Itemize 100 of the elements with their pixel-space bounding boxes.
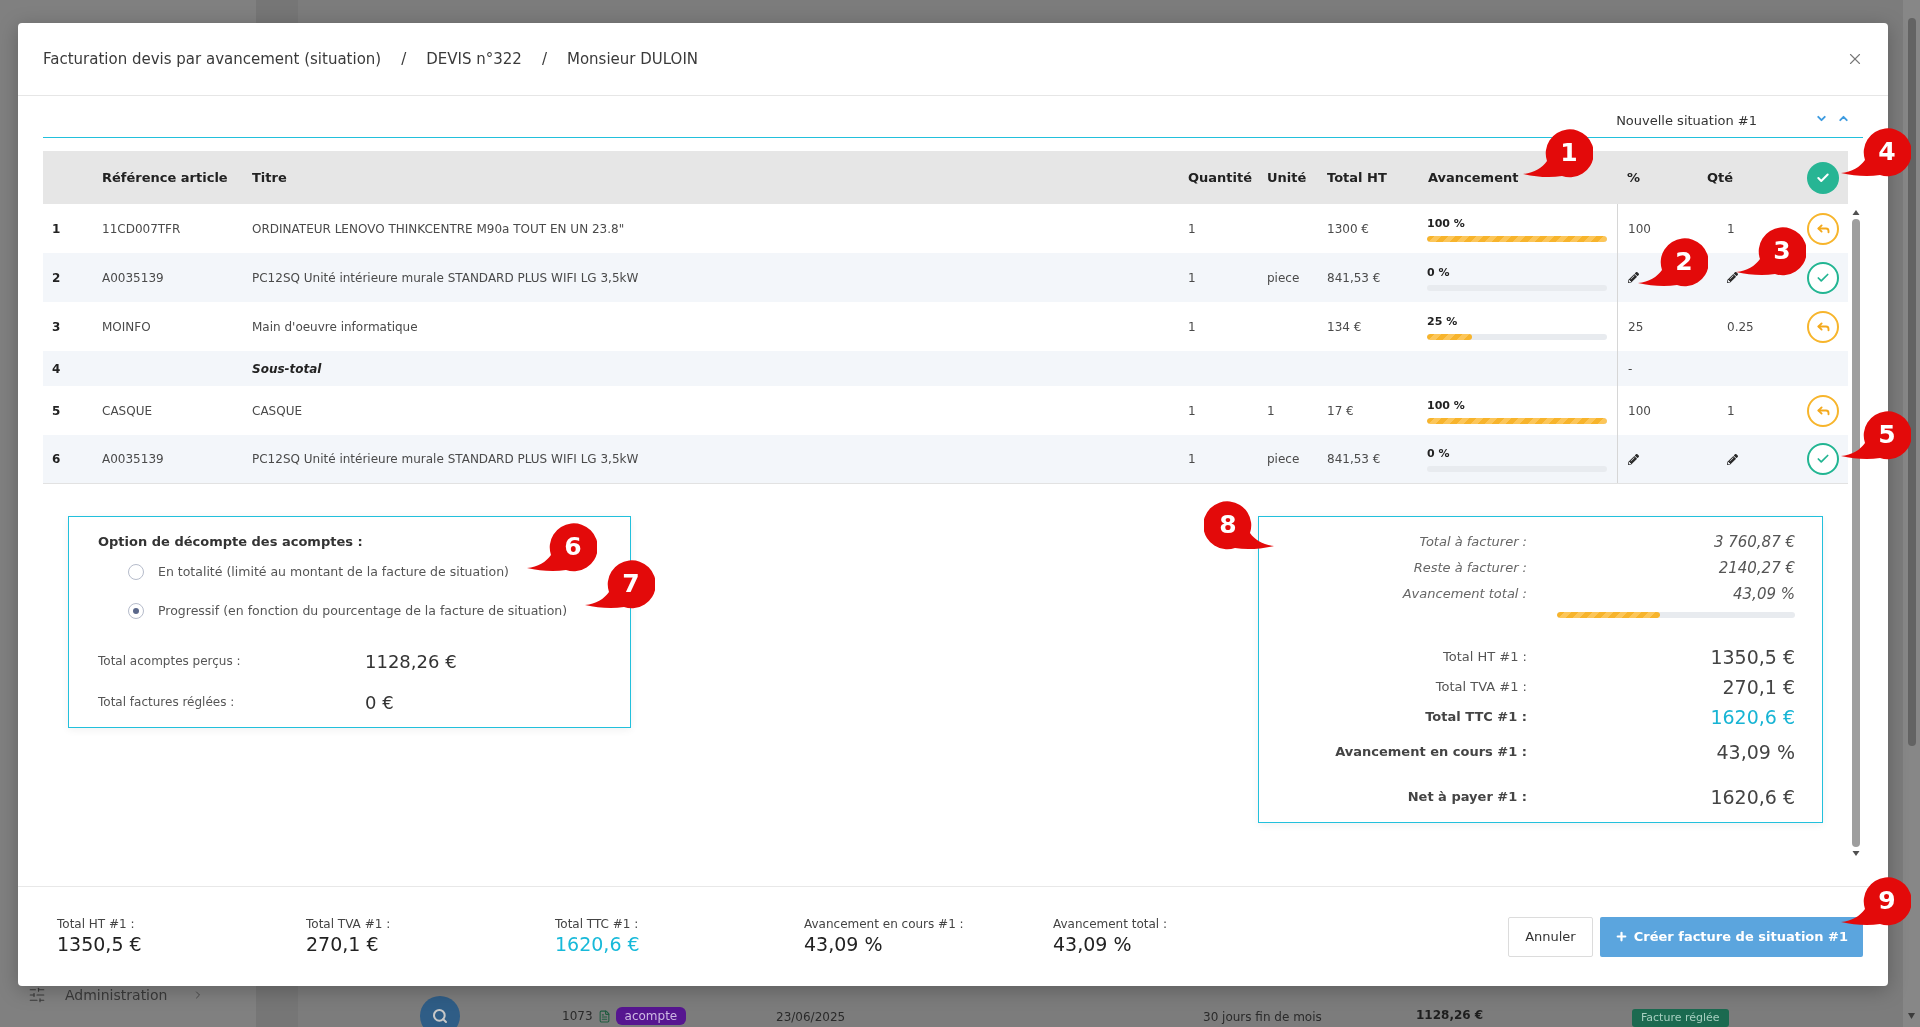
stat-label: Total TVA #1 : [306,915,391,932]
callout-marker: 4 [1841,127,1911,179]
column-header: % [1627,168,1641,187]
title-cell-text: ORDINATEUR LENOVO THINKCENTRE M90a TOUT EN UN 23.8" [252,220,625,238]
stat-value: 1350,5 € [57,931,142,956]
row-number: 5 [52,402,61,420]
callout-marker: 1 [1523,128,1593,180]
percent-cell-text: 100 [1628,402,1651,420]
plus-icon [1614,930,1628,943]
qty-cell-text: 0.25 [1727,318,1754,336]
summary-value: 1620,6 € [1710,784,1795,810]
summary-value: 2140,27 € [1718,557,1795,579]
total-value: 0 € [365,690,394,715]
check-icon [1816,170,1830,185]
summary-value: 1350,5 € [1710,644,1795,670]
reference-cell-text: CASQUE [102,402,152,420]
page-scrollbar[interactable] [1903,0,1920,1027]
title-cell-text: CASQUE [252,402,302,420]
unit-cell-text: piece [1267,451,1300,468]
column-header: Titre [252,168,287,187]
title-cell-text: PC12SQ Unité intérieure murale STANDARD PLUS WIFI LG 3,5kW [252,451,639,468]
total-cell-text: 841,53 € [1327,269,1381,287]
stat-label: Avancement en cours #1 : [804,915,964,932]
summary-label: Total HT #1 : [1442,648,1527,667]
percent-cell-text: 100 [1628,220,1651,238]
subtotal-label: Sous-total [252,360,322,378]
breadcrumb-item: Facturation devis par avancement (situation) [43,48,382,70]
stat-label: Avancement total : [1053,915,1168,932]
progress-label: 0 % [1427,447,1450,461]
total-cell-text: 1300 € [1327,220,1369,238]
sliders-icon [28,986,46,1004]
pencil-icon[interactable] [1727,272,1738,283]
breadcrumb-item: Monsieur DULOIN [566,48,699,70]
breadcrumb-separator: / [401,48,407,70]
search-button[interactable] [420,996,460,1027]
progress-label: 25 % [1427,314,1458,329]
stat-value: 43,09 % [1053,931,1132,956]
summary-label: Net à payer #1 : [1407,788,1527,807]
reply-arrow-icon [1815,403,1831,418]
breadcrumb-separator: / [541,48,547,70]
radio-button[interactable] [128,603,144,619]
quantity-cell-text: 1 [1188,269,1196,287]
pencil-icon[interactable] [1628,272,1639,283]
search-icon [432,1008,448,1024]
invoice-number: 1073 [562,1008,593,1025]
row-number: 3 [52,318,61,336]
undo-button[interactable] [1807,310,1839,343]
summary-value: 1620,6 € [1710,704,1795,730]
callout-marker: 9 [1841,876,1911,928]
validate-all-button[interactable] [1807,161,1839,194]
stat-label: Total HT #1 : [57,915,135,932]
column-header: Avancement [1428,168,1519,187]
total-value: 1128,26 € [365,649,457,674]
radio-button[interactable] [128,564,144,580]
invoice-date: 23/06/2025 [776,1010,846,1024]
reply-arrow-icon [1815,221,1831,236]
progress-label: 100 % [1427,216,1465,231]
stat-value: 1620,6 € [555,931,640,956]
summary-label: Total à facturer : [1419,533,1527,552]
summary-value: 3 760,87 € [1713,531,1795,553]
stat-value: 270,1 € [306,931,379,956]
column-header: Qté [1707,168,1734,187]
summary-label: Avancement total : [1402,585,1527,604]
callout-marker: 5 [1841,410,1911,462]
reference-cell-text: A0035139 [102,269,164,287]
quantity-cell-text: 1 [1188,318,1196,336]
row-number: 4 [52,360,61,378]
invoice-tag: acompte [615,1007,687,1025]
radio-label[interactable]: En totalité (limité au montant de la facture de situation) [158,562,509,582]
quantity-cell-text: 1 [1188,220,1196,238]
situation-label: Nouvelle situation #1 [1616,111,1757,130]
callout-marker: 8 [1204,500,1274,552]
column-header: Référence article [102,168,228,187]
total-label: Total acomptes perçus : [98,653,241,670]
callout-marker: 7 [585,559,655,611]
summary-label: Avancement en cours #1 : [1335,743,1527,762]
callout-marker: 3 [1736,226,1806,278]
unit-cell-text: piece [1267,269,1300,287]
total-cell-text: 17 € [1327,402,1354,420]
total-label: Total factures réglées : [98,694,235,711]
percent-cell-text: 25 [1628,318,1644,336]
unit-cell-text: 1 [1267,402,1275,420]
summary-value: 43,09 % [1716,739,1795,765]
validate-button[interactable] [1807,443,1839,475]
validate-button[interactable] [1807,261,1839,294]
title-cell-text: PC12SQ Unité intérieure murale STANDARD PLUS WIFI LG 3,5kW [252,269,639,287]
radio-label[interactable]: Progressif (en fonction du pourcentage de la facture de situation) [158,601,568,621]
column-header: Quantité [1188,168,1253,187]
summary-label: Reste à facturer : [1413,559,1527,578]
undo-button[interactable] [1807,394,1839,427]
pencil-icon[interactable] [1628,453,1639,465]
progress-label: 100 % [1427,398,1465,413]
pencil-icon[interactable] [1727,453,1738,465]
reference-cell-text: A0035139 [102,451,164,468]
undo-button[interactable] [1807,212,1839,245]
check-icon [1816,452,1830,466]
invoice-amount: 1128,26 € [1416,1008,1484,1022]
cancel-button[interactable]: Annuler [1508,916,1593,957]
pdf-file-icon[interactable] [597,1009,611,1023]
column-header: Total HT [1327,168,1387,187]
